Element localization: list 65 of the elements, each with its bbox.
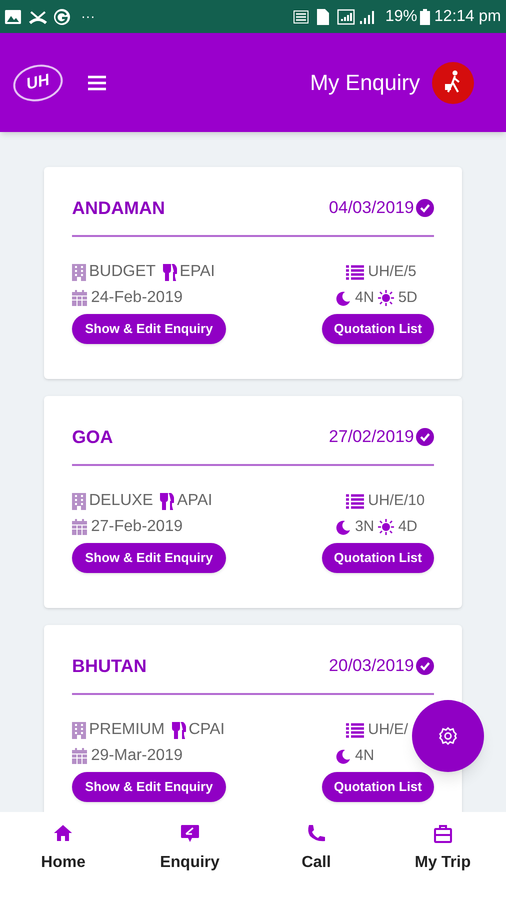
cutlery-icon (162, 264, 177, 280)
nav-item[interactable]: My Trip (380, 824, 506, 875)
show-edit-button[interactable]: Show & Edit Enquiry (72, 543, 226, 573)
enquiry-date: 04/03/2019 (328, 197, 414, 220)
g-circle-icon (53, 8, 71, 26)
quotation-list-button[interactable]: Quotation List (322, 314, 434, 344)
travel-date: 27-Feb-2019 (91, 517, 183, 537)
moon-icon (336, 520, 351, 534)
building-icon (72, 492, 86, 510)
battery-icon (420, 8, 430, 24)
hotel-category: PREMIUM (89, 720, 165, 740)
enquiry-date: 20/03/2019 (328, 655, 414, 678)
days-count: 4D (398, 516, 418, 537)
travel-date: 29-Mar-2019 (91, 746, 183, 766)
enquiry-reference: UH/E/ (368, 720, 408, 740)
destination-title: ANDAMAN (72, 196, 165, 220)
moon-icon (336, 748, 351, 764)
show-edit-button[interactable]: Show & Edit Enquiry (72, 314, 226, 344)
settings-icon (438, 726, 458, 746)
home-icon (53, 824, 74, 843)
enquiry-icon (180, 824, 200, 843)
enquiry-date: 27/02/2019 (328, 426, 414, 448)
page-title: My Enquiry (310, 69, 420, 97)
enquiry-reference: UH/E/10 (368, 490, 425, 511)
building-icon (72, 264, 86, 280)
moon-icon (336, 290, 351, 306)
nav-item[interactable]: Home (0, 824, 126, 875)
destination-title: GOA (72, 426, 114, 448)
meal-plan: CPAI (188, 720, 225, 740)
cutlery-icon (172, 722, 186, 738)
image-icon (5, 10, 21, 24)
building-icon (72, 722, 86, 738)
calendar-icon (72, 748, 87, 764)
days-count: 5D (398, 288, 418, 308)
nights-count: 4N (355, 746, 374, 766)
meal-plan: EPAI (180, 262, 215, 282)
sim-card-icon (317, 8, 330, 24)
destination-title: BHUTAN (72, 654, 147, 678)
sun-icon (378, 290, 394, 306)
nav-item[interactable]: Enquiry (126, 824, 253, 875)
menu-icon (87, 74, 107, 90)
cutlery-icon (160, 492, 174, 510)
hotel-category: DELUXE (89, 491, 154, 511)
more-notifications: ··· (81, 7, 95, 26)
enquiry-reference: UH/E/5 (368, 262, 416, 282)
sun-icon (378, 519, 394, 535)
nights-count: 3N (355, 516, 374, 537)
travel-date: 24-Feb-2019 (91, 288, 183, 308)
nights-count: 4N (355, 288, 374, 308)
traveler-icon (432, 62, 474, 104)
calendar-icon (72, 290, 87, 306)
clock: 12:14 pm (434, 6, 501, 26)
quotation-list-button[interactable]: Quotation List (322, 543, 434, 573)
list-icon (346, 494, 364, 508)
hotel-category: BUDGET (89, 262, 156, 282)
show-edit-button[interactable]: Show & Edit Enquiry (72, 772, 226, 802)
trip-icon (432, 824, 453, 843)
nav-item[interactable]: Call (253, 824, 380, 875)
meal-plan: APAI (177, 491, 212, 511)
list-icon (346, 264, 364, 280)
calendar-icon (72, 519, 87, 535)
list-icon (346, 722, 364, 738)
call-icon (306, 824, 326, 843)
quotation-list-button[interactable]: Quotation List (322, 772, 434, 802)
battery-percent: 19% (385, 6, 418, 26)
